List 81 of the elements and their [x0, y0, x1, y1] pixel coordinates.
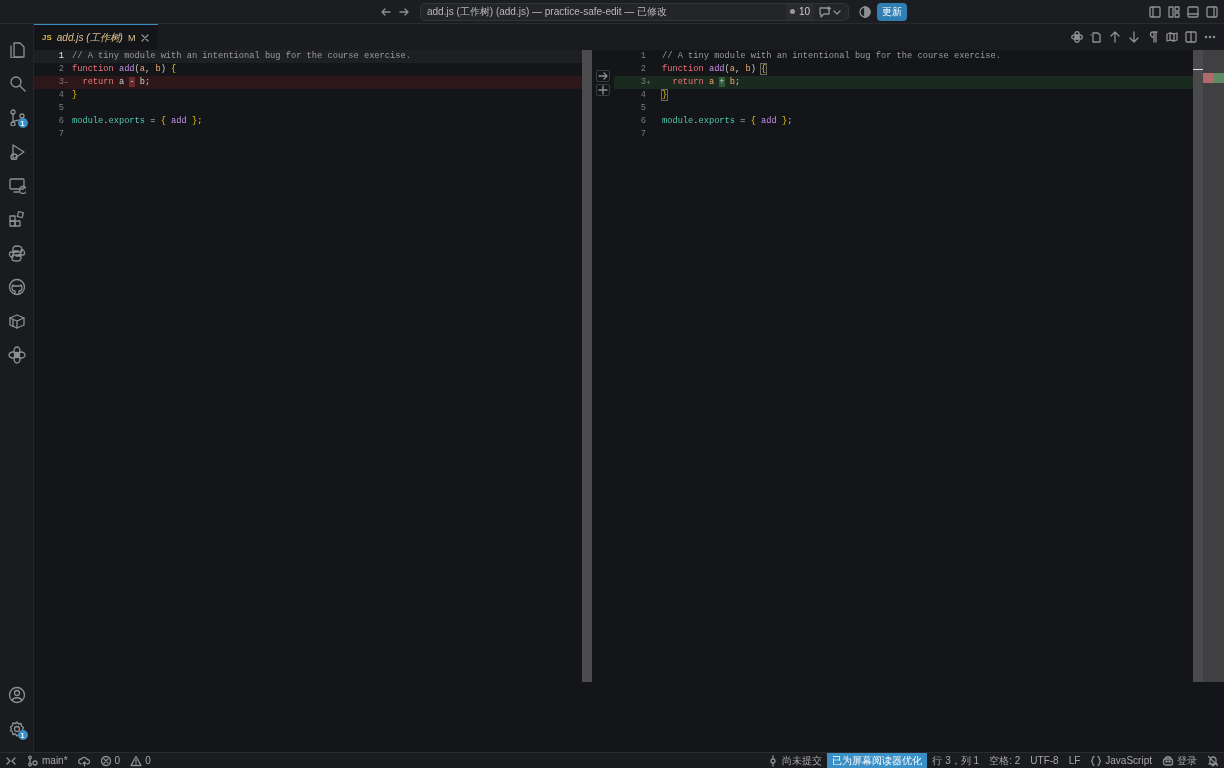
layout-icon[interactable]	[1168, 5, 1180, 18]
branch-icon[interactable]	[27, 754, 39, 767]
file-type-label: JS	[42, 33, 52, 42]
search-icon[interactable]	[7, 74, 26, 92]
arrow-up-icon[interactable]	[1109, 31, 1121, 43]
github-icon[interactable]	[7, 278, 26, 296]
code-line: return a + b;	[671, 76, 741, 89]
remote-monitor-icon[interactable]	[7, 176, 26, 194]
changes-counter[interactable]: 10	[785, 3, 814, 20]
command-center[interactable]: add.js (工作树) (add.js) — practice-safe-edit — 已修改 10	[420, 2, 849, 21]
warning-icon[interactable]	[130, 754, 143, 767]
code-line: }	[662, 89, 668, 102]
revert-arrow-icon[interactable]	[597, 71, 609, 81]
line-number: 5	[57, 102, 64, 115]
python-icon[interactable]	[7, 244, 26, 262]
open-file-icon[interactable]	[1090, 31, 1102, 43]
branch-name[interactable]: main*	[42, 755, 68, 766]
pilcrow-icon[interactable]	[1147, 31, 1159, 43]
scrollbar[interactable]	[582, 50, 592, 682]
status-item[interactable]: 空格: 2	[984, 753, 1026, 768]
status-item[interactable]: UTF-8	[1025, 753, 1064, 768]
half-circle-icon[interactable]	[859, 5, 871, 18]
run-debug-icon[interactable]	[7, 142, 26, 160]
close-icon[interactable]	[140, 32, 151, 43]
status-item[interactable]: 行 3，列 1	[927, 753, 985, 768]
flower-icon[interactable]	[7, 346, 26, 364]
line-number: 5	[639, 102, 646, 115]
code-line: }	[72, 89, 78, 102]
sidebar-right-icon[interactable]	[1206, 5, 1218, 18]
code-line: function add(a, b) {	[72, 63, 177, 76]
editor-tab[interactable]: JS add.js (工作树) M	[34, 24, 159, 50]
bell-slash-icon[interactable]	[1207, 754, 1219, 767]
braces-icon[interactable]	[1090, 754, 1103, 767]
modified-status: M	[127, 32, 136, 43]
change-marker: +	[646, 77, 652, 89]
box-icon[interactable]	[7, 312, 26, 330]
code-line: module.exports = { add };	[662, 115, 793, 128]
tab-label: add.js (工作树)	[56, 30, 123, 45]
chat-icon[interactable]	[818, 5, 832, 18]
window-title: add.js (工作树) (add.js) — practice-safe-edit — 已修改	[427, 4, 669, 19]
change-marker: −	[64, 77, 70, 89]
files-icon[interactable]	[7, 40, 26, 58]
account-icon[interactable]	[7, 686, 26, 704]
branch-icon[interactable]	[7, 108, 26, 126]
line-number: 6	[639, 115, 646, 128]
plus-icon[interactable]	[597, 85, 609, 95]
code-line: return a - b;	[81, 76, 151, 89]
line-number: 7	[639, 128, 646, 141]
code-line: // A tiny module with an intentional bug for the course exercise.	[662, 50, 1001, 63]
code-line: module.exports = { add };	[72, 115, 203, 128]
copilot-icon[interactable]	[1162, 754, 1174, 767]
language-mode[interactable]: JavaScript	[1105, 755, 1152, 766]
commit-status[interactable]: 尚未提交	[782, 753, 823, 768]
panel-bottom-icon[interactable]	[1187, 5, 1199, 18]
line-number: 1	[639, 50, 646, 63]
code-line: // A tiny module with an intentional bug for the course exercise.	[72, 50, 411, 63]
line-number: 7	[57, 128, 64, 141]
line-number: 3	[639, 76, 646, 89]
arrow-down-icon[interactable]	[1128, 31, 1140, 43]
update-button[interactable]: 更新	[877, 2, 907, 21]
cloud-upload-icon[interactable]	[77, 754, 90, 767]
warning-count[interactable]: 0	[145, 755, 151, 766]
line-number: 1	[57, 50, 64, 63]
screen-reader-mode[interactable]: 已为屏幕阅读器优化	[827, 753, 928, 768]
code-line: function add(a, b) {	[662, 63, 767, 76]
error-icon[interactable]	[99, 754, 112, 767]
line-number: 6	[57, 115, 64, 128]
status-item[interactable]: LF	[1063, 753, 1086, 768]
line-number: 2	[639, 63, 646, 76]
line-number: 2	[57, 63, 64, 76]
settings-icon[interactable]	[7, 720, 26, 738]
map-icon[interactable]	[1166, 31, 1178, 43]
flower-icon[interactable]	[1071, 31, 1083, 43]
sign-in-label[interactable]: 登录	[1177, 753, 1197, 768]
line-number: 4	[57, 89, 64, 102]
error-count[interactable]: 0	[114, 755, 121, 766]
split-editor-icon[interactable]	[1185, 31, 1197, 43]
line-number: 3	[57, 76, 64, 89]
sidebar-left-icon[interactable]	[1149, 5, 1161, 18]
line-number: 4	[639, 89, 646, 102]
extensions-icon[interactable]	[7, 210, 26, 228]
